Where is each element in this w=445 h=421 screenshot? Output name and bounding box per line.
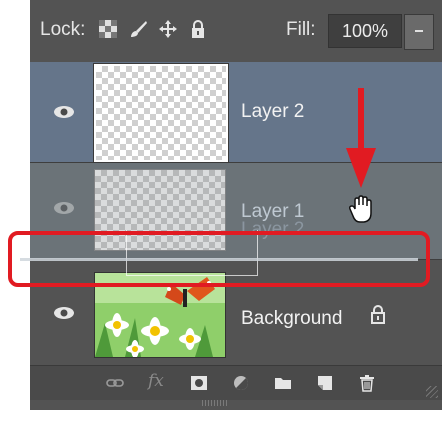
lock-all-icon[interactable] bbox=[188, 18, 208, 40]
adjustment-icon[interactable] bbox=[232, 374, 250, 392]
layer-thumbnail bbox=[94, 64, 228, 162]
highlight-box bbox=[8, 231, 430, 287]
fill-label: Fill: bbox=[286, 19, 316, 40]
fill-dropdown-button[interactable] bbox=[404, 14, 434, 50]
link-icon[interactable] bbox=[106, 374, 124, 392]
lock-position-icon[interactable] bbox=[158, 18, 178, 40]
layer-name[interactable]: Background bbox=[241, 308, 342, 330]
panel-scroll-grip[interactable] bbox=[202, 400, 228, 406]
layer-name[interactable]: Layer 2 bbox=[241, 101, 304, 123]
hand-cursor-icon bbox=[349, 195, 372, 223]
eye-icon[interactable] bbox=[53, 306, 75, 320]
fill-input[interactable]: 100% bbox=[328, 14, 402, 48]
red-down-arrow-icon bbox=[346, 88, 376, 188]
trash-icon[interactable] bbox=[358, 374, 376, 392]
eye-icon[interactable] bbox=[53, 201, 75, 215]
lock-fill-bar: Lock: Fill: 100% bbox=[30, 0, 442, 62]
layers-toolbar: fx bbox=[30, 365, 442, 400]
layer-row-layer-2[interactable]: Layer 2 bbox=[30, 62, 442, 163]
lock-label: Lock: bbox=[40, 19, 86, 40]
lock-image-pixels-icon[interactable] bbox=[128, 18, 148, 40]
eye-icon[interactable] bbox=[53, 105, 75, 119]
folder-icon[interactable] bbox=[274, 374, 292, 392]
layers-panel: Lock: Fill: 100% Layer 2 Layer 1 Layer 2… bbox=[30, 0, 442, 410]
mask-icon[interactable] bbox=[190, 374, 208, 392]
panel-resize-grip[interactable] bbox=[426, 386, 438, 398]
fx-icon[interactable]: fx bbox=[148, 371, 170, 391]
new-layer-icon[interactable] bbox=[316, 374, 334, 392]
layer-lock-icon bbox=[371, 305, 385, 324]
lock-transparent-pixels-icon[interactable] bbox=[98, 18, 118, 40]
